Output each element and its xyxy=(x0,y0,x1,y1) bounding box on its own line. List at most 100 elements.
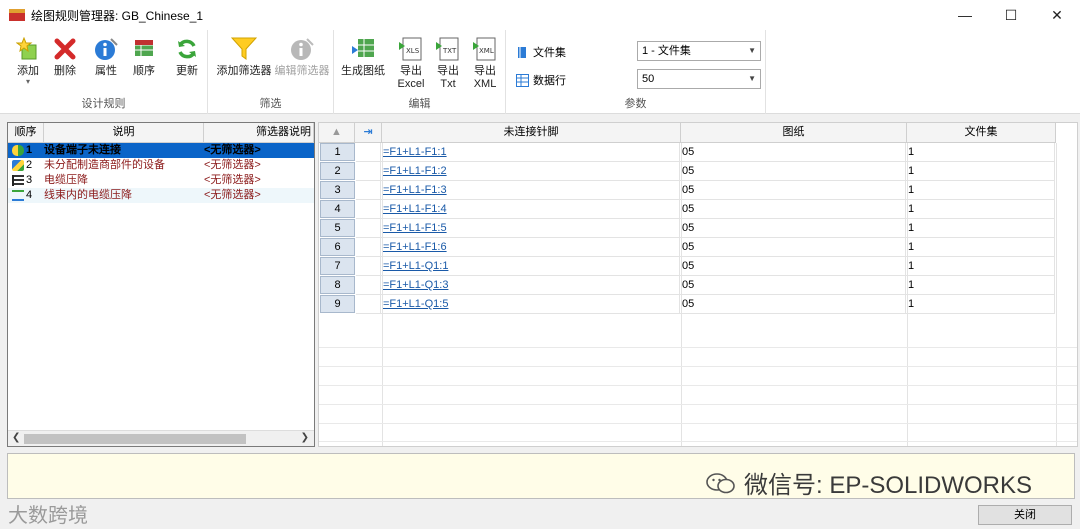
rule-icon xyxy=(12,190,24,201)
chevron-down-icon: ▼ xyxy=(748,74,756,83)
rule-row-2[interactable]: 2 未分配制造商部件的设备 <无筛选器> xyxy=(8,158,314,173)
group-label-filter: 筛选 xyxy=(259,98,282,110)
svg-text:TXT: TXT xyxy=(442,47,457,55)
pin-link[interactable]: =F1+L1-Q1:1 xyxy=(381,257,680,276)
table-row[interactable]: 6 =F1+L1-F1:6 05 1 xyxy=(319,238,1055,257)
add-dropdown-icon[interactable]: ▾ xyxy=(12,78,44,86)
column-header-order[interactable]: 顺序 xyxy=(8,123,44,142)
ribbon-group-params: 文件集 数据行 1 - 文件集 ▼ 50 ▼ 参数 xyxy=(506,30,766,114)
minimize-icon[interactable]: — xyxy=(942,0,988,30)
sort-up-icon[interactable]: ▲ xyxy=(319,123,355,142)
refresh-icon xyxy=(174,36,200,62)
delete-button[interactable]: 删除 xyxy=(50,36,80,78)
table-row[interactable]: 5 =F1+L1-F1:5 05 1 xyxy=(319,219,1055,238)
scroll-right-icon[interactable]: ❯ xyxy=(301,432,309,443)
svg-text:XLS: XLS xyxy=(406,47,420,55)
group-label-edit: 编辑 xyxy=(408,98,431,110)
group-label-design-rules: 设计规则 xyxy=(81,98,126,110)
table-row[interactable]: 7 =F1+L1-Q1:1 05 1 xyxy=(319,257,1055,276)
rule-row-4[interactable]: 4 线束内的电缆压降 <无筛选器> xyxy=(8,188,314,203)
edit-filter-button[interactable]: 编辑筛选器 xyxy=(274,36,330,78)
watermark: 微信号: EP-SOLIDWORKS xyxy=(706,465,1032,500)
grid-line xyxy=(319,423,1077,424)
pin-link[interactable]: =F1+L1-F1:3 xyxy=(381,181,680,200)
generate-drawing-icon xyxy=(350,36,376,62)
file-set-select[interactable]: 1 - 文件集 ▼ xyxy=(637,41,761,61)
grid-line xyxy=(1056,143,1057,446)
table-icon xyxy=(516,73,529,87)
scrollbar-thumb[interactable] xyxy=(24,434,246,444)
pin-link[interactable]: =F1+L1-F1:6 xyxy=(381,238,680,257)
order-button[interactable]: 顺序 xyxy=(128,36,160,78)
file-set-param: 文件集 xyxy=(516,44,566,60)
app-icon xyxy=(9,9,25,21)
close-icon[interactable]: ✕ xyxy=(1034,0,1080,30)
grid-line xyxy=(319,366,1077,367)
pin-column-icon[interactable]: ⇥ xyxy=(355,123,382,142)
txt-icon: TXT xyxy=(435,36,461,62)
table-row[interactable]: 3 =F1+L1-F1:3 05 1 xyxy=(319,181,1055,200)
close-button[interactable]: 关闭 xyxy=(978,505,1072,525)
table-row[interactable]: 2 =F1+L1-F1:2 05 1 xyxy=(319,162,1055,181)
data-rows-param: 数据行 xyxy=(516,72,566,88)
pin-link[interactable]: =F1+L1-F1:1 xyxy=(381,143,680,162)
wechat-icon xyxy=(706,472,735,493)
window-controls: — ☐ ✕ xyxy=(942,0,1080,30)
rule-icon xyxy=(12,175,24,186)
file-set-icon xyxy=(518,46,526,58)
info-icon xyxy=(93,36,119,62)
grid-line xyxy=(319,347,1077,348)
ribbon-group-edit: 生成图纸 XLS 导出 Excel TXT 导出 Txt XML 导出 XML … xyxy=(334,30,506,114)
add-button[interactable]: 添加 ▾ xyxy=(12,36,44,86)
xml-icon: XML xyxy=(472,36,498,62)
rule-row-3[interactable]: 3 电缆压降 <无筛选器> xyxy=(8,173,314,188)
svg-text:XML: XML xyxy=(479,47,494,55)
window-title: 绘图规则管理器: GB_Chinese_1 xyxy=(31,8,204,23)
results-grid: ▲ ⇥ 未连接针脚 图纸 文件集 1 =F1+L1-F1:1 05 1 2 =F… xyxy=(318,122,1078,447)
export-excel-button[interactable]: XLS 导出 Excel xyxy=(394,36,428,91)
grid-line xyxy=(319,404,1077,405)
generate-drawing-button[interactable]: 生成图纸 xyxy=(340,36,386,78)
update-button[interactable]: 更新 xyxy=(172,36,202,78)
table-row[interactable]: 4 =F1+L1-F1:4 05 1 xyxy=(319,200,1055,219)
maximize-icon[interactable]: ☐ xyxy=(988,0,1034,30)
rules-list: 顺序 说明 筛选器说明 1 设备端子未连接 <无筛选器> 2 未分配制造商部件的… xyxy=(7,122,315,447)
xls-icon: XLS xyxy=(398,36,424,62)
data-rows-select[interactable]: 50 ▼ xyxy=(637,69,761,89)
pin-link[interactable]: =F1+L1-F1:4 xyxy=(381,200,680,219)
column-header-filter[interactable]: 筛选器说明 xyxy=(204,123,314,142)
grid-line xyxy=(319,385,1077,386)
delete-icon xyxy=(52,36,78,62)
pin-link[interactable]: =F1+L1-Q1:3 xyxy=(381,276,680,295)
rule-icon xyxy=(12,145,24,156)
ribbon-group-filter: 添加筛选器 编辑筛选器 筛选 xyxy=(208,30,334,114)
column-header-description[interactable]: 说明 xyxy=(44,123,204,142)
table-row[interactable]: 9 =F1+L1-Q1:5 05 1 xyxy=(319,295,1055,314)
title-bar: 绘图规则管理器: GB_Chinese_1 — ☐ ✕ xyxy=(0,0,1080,30)
pin-link[interactable]: =F1+L1-F1:2 xyxy=(381,162,680,181)
add-filter-button[interactable]: 添加筛选器 xyxy=(216,36,272,78)
info-disabled-icon xyxy=(289,36,315,62)
funnel-icon xyxy=(231,36,257,62)
rule-row-1[interactable]: 1 设备端子未连接 <无筛选器> xyxy=(8,143,314,158)
horizontal-scrollbar[interactable]: ❮ ❯ xyxy=(8,430,314,446)
chevron-down-icon: ▼ xyxy=(748,46,756,55)
properties-button[interactable]: 属性 xyxy=(90,36,122,78)
ribbon: 添加 ▾ 删除 属性 顺序 更新 设计规则 添加筛选器 编辑筛选器 筛选 生成图… xyxy=(0,30,1080,114)
results-grid-header: ▲ ⇥ 未连接针脚 图纸 文件集 xyxy=(319,123,1056,143)
export-txt-button[interactable]: TXT 导出 Txt xyxy=(432,36,464,91)
pin-link[interactable]: =F1+L1-Q1:5 xyxy=(381,295,680,314)
column-header-unconnected-pin[interactable]: 未连接针脚 xyxy=(382,123,681,142)
export-xml-button[interactable]: XML 导出 XML xyxy=(468,36,502,91)
pin-link[interactable]: =F1+L1-F1:5 xyxy=(381,219,680,238)
rule-icon xyxy=(12,160,24,171)
watermark-logo: 大数跨境 xyxy=(8,505,88,527)
table-row[interactable]: 1 =F1+L1-F1:1 05 1 xyxy=(319,143,1055,162)
column-header-file-set[interactable]: 文件集 xyxy=(907,123,1056,142)
table-row[interactable]: 8 =F1+L1-Q1:3 05 1 xyxy=(319,276,1055,295)
add-icon xyxy=(15,36,41,62)
column-header-drawing[interactable]: 图纸 xyxy=(681,123,907,142)
grid-line xyxy=(319,441,1077,442)
scroll-left-icon[interactable]: ❮ xyxy=(12,432,20,443)
rules-list-header: 顺序 说明 筛选器说明 xyxy=(8,123,314,143)
